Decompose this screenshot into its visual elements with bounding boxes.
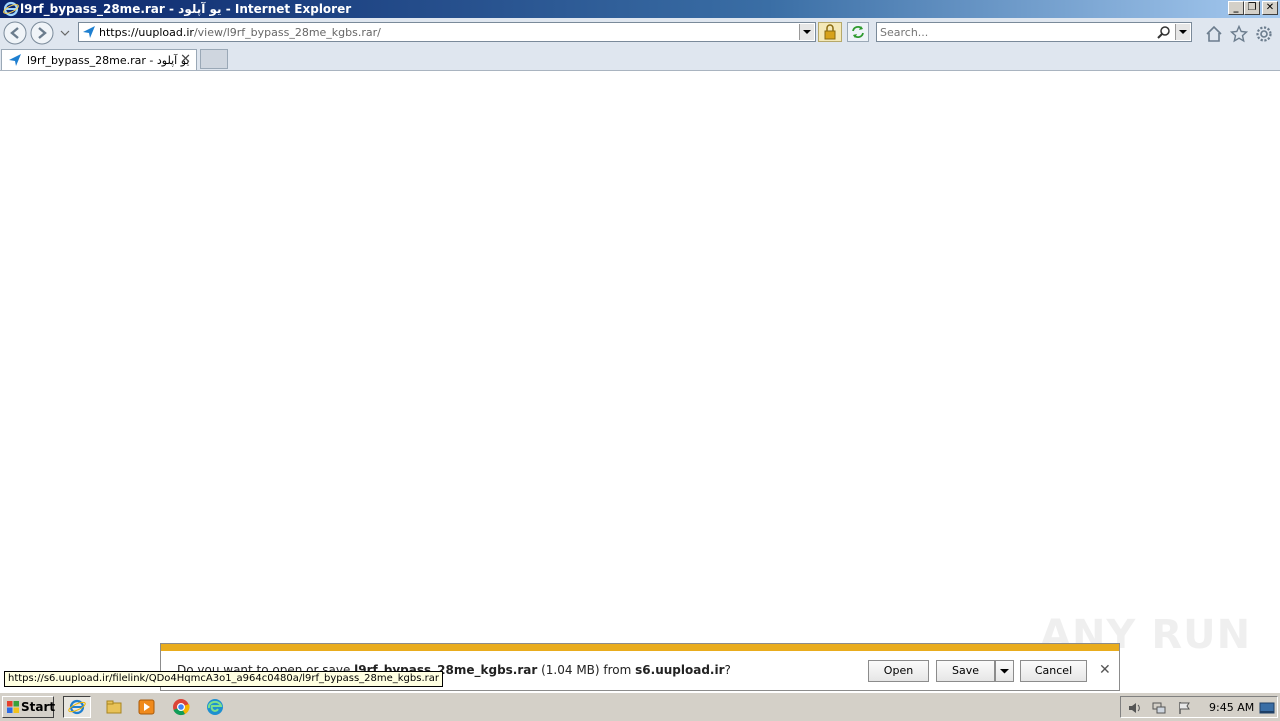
close-window-button[interactable]: ✕ xyxy=(1262,1,1278,15)
taskbar-chrome[interactable] xyxy=(168,696,194,718)
tab-label: l9rf_bypass_28me.rar - یو آپلود xyxy=(27,54,190,67)
save-button[interactable]: Save xyxy=(936,660,995,682)
window-title: l9rf_bypass_28me.rar - یو آپلود - Intern… xyxy=(20,2,352,16)
media-player-icon xyxy=(138,699,155,715)
file-explorer-icon xyxy=(106,700,122,714)
internet-explorer-icon xyxy=(3,1,19,17)
download-bar-accent xyxy=(161,644,1119,651)
site-favicon-icon xyxy=(83,26,95,38)
refresh-icon xyxy=(852,26,864,38)
tab-active[interactable]: l9rf_bypass_28me.rar - یو آپلود ✕ xyxy=(1,49,197,70)
status-url-tooltip: https://s6.uupload.ir/filelink/QDo4HqmcA… xyxy=(4,671,443,687)
speaker-icon[interactable] xyxy=(1127,700,1143,716)
security-lock-button[interactable] xyxy=(818,22,842,42)
taskbar-edge[interactable] xyxy=(202,696,228,718)
search-dropdown-button[interactable] xyxy=(1175,24,1190,40)
chevron-down-icon xyxy=(1000,669,1009,674)
close-tab-icon[interactable]: ✕ xyxy=(180,52,191,67)
show-desktop-icon[interactable] xyxy=(1259,700,1275,716)
search-input[interactable] xyxy=(880,24,1150,40)
forward-button[interactable] xyxy=(30,21,54,45)
search-icon[interactable] xyxy=(1157,25,1171,39)
taskbar-file-explorer[interactable] xyxy=(101,696,127,718)
taskbar-internet-explorer[interactable] xyxy=(63,696,91,718)
taskbar: Start 9:45 AM xyxy=(0,692,1280,721)
cancel-button[interactable]: Cancel xyxy=(1020,660,1087,682)
back-button[interactable] xyxy=(3,21,27,45)
minimize-button[interactable]: _ xyxy=(1228,1,1244,15)
tab-row: l9rf_bypass_28me.rar - یو آپلود ✕ xyxy=(0,48,1280,71)
taskbar-media-player[interactable] xyxy=(134,696,160,718)
restore-button[interactable]: ❐ xyxy=(1244,1,1260,15)
lock-icon xyxy=(824,24,836,40)
start-label: Start xyxy=(21,700,56,714)
start-button[interactable]: Start xyxy=(2,696,56,718)
open-button[interactable]: Open xyxy=(868,660,929,682)
favorites-star-icon[interactable] xyxy=(1230,25,1248,43)
url-host: https://uupload.ir xyxy=(99,26,194,39)
network-icon[interactable] xyxy=(1151,700,1167,716)
internet-explorer-icon xyxy=(68,699,86,715)
download-host: s6.uupload.ir xyxy=(635,663,725,677)
address-dropdown-button[interactable] xyxy=(799,24,814,40)
address-url[interactable]: https://uupload.ir/view/l9rf_bypass_28me… xyxy=(99,26,381,39)
system-tray: 9:45 AM xyxy=(1120,696,1278,718)
window-title-bar[interactable]: l9rf_bypass_28me.rar - یو آپلود - Intern… xyxy=(0,0,1280,18)
save-options-dropdown[interactable] xyxy=(995,660,1014,682)
chrome-icon xyxy=(173,699,190,716)
new-tab-button[interactable] xyxy=(200,49,228,69)
action-center-flag-icon[interactable] xyxy=(1177,700,1193,716)
download-suffix: ? xyxy=(724,663,731,677)
download-size: (1.04 MB) from xyxy=(537,663,636,677)
site-favicon-icon xyxy=(9,54,21,66)
close-download-bar-icon[interactable]: ✕ xyxy=(1099,662,1111,678)
page-content xyxy=(0,71,1280,692)
address-bar[interactable]: https://uupload.ir/view/l9rf_bypass_28me… xyxy=(78,22,816,42)
search-box[interactable] xyxy=(876,22,1192,42)
refresh-button[interactable] xyxy=(847,22,869,42)
chevron-down-icon xyxy=(1179,30,1187,34)
navigation-bar: https://uupload.ir/view/l9rf_bypass_28me… xyxy=(0,18,1280,49)
windows-logo-icon xyxy=(7,701,19,713)
chevron-down-icon xyxy=(803,30,811,34)
home-icon[interactable] xyxy=(1205,25,1223,43)
gear-icon[interactable] xyxy=(1255,25,1273,43)
url-path: /view/l9rf_bypass_28me_kgbs.rar/ xyxy=(193,26,381,39)
clock[interactable]: 9:45 AM xyxy=(1209,701,1254,714)
edge-icon xyxy=(207,699,223,715)
recent-pages-chevron-icon[interactable] xyxy=(60,29,70,37)
